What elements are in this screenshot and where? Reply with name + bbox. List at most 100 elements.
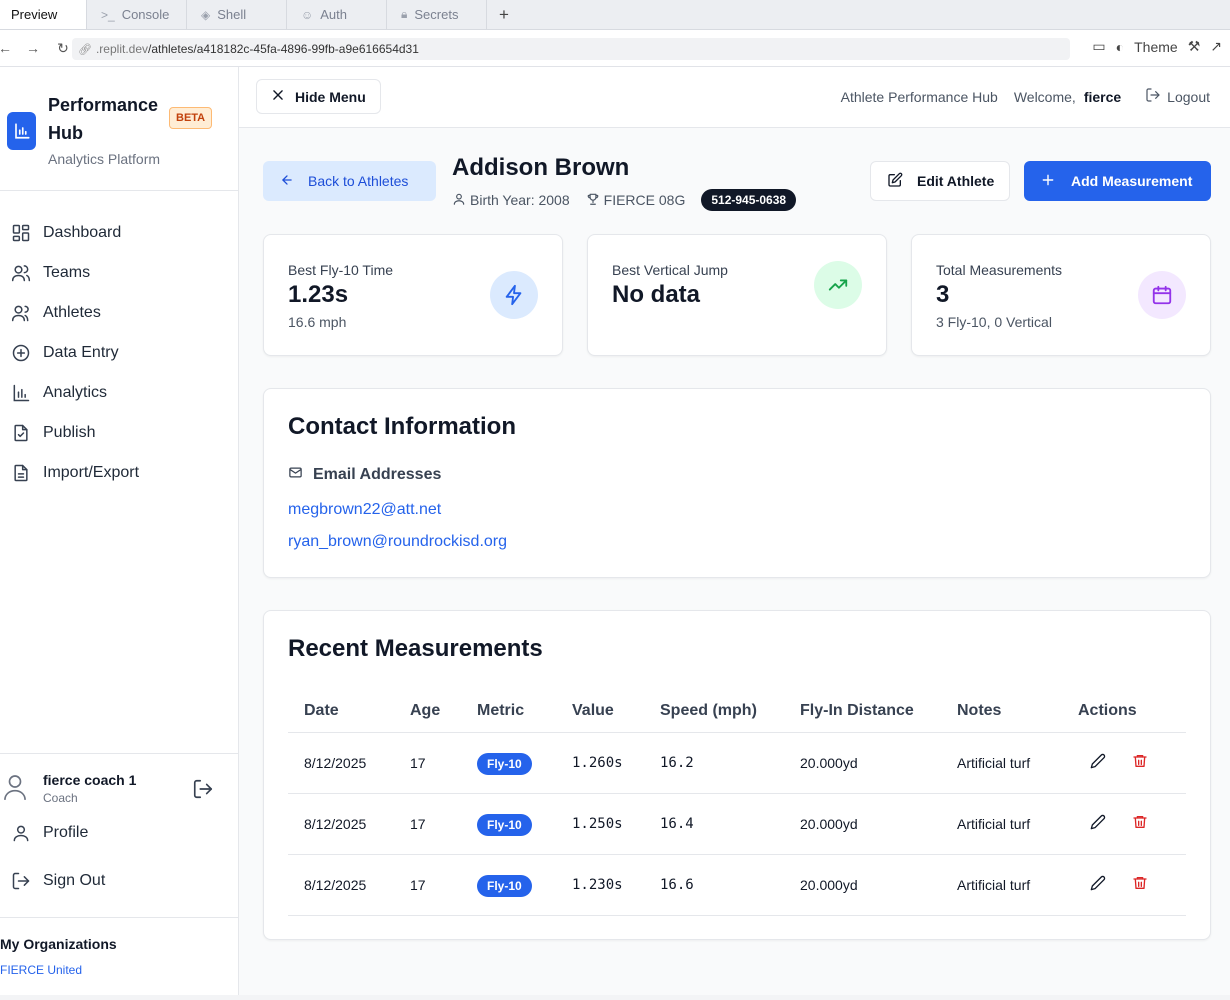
hide-menu-label: Hide Menu: [295, 88, 366, 105]
devices-icon[interactable]: ▭: [1092, 38, 1105, 55]
phone-badge: 512-945-0638: [701, 189, 797, 211]
plus-icon: [1041, 173, 1055, 190]
publish-icon: [10, 422, 32, 444]
notes-cell: Artificial turf: [941, 793, 1062, 855]
sidebar-item-analytics[interactable]: Analytics: [10, 373, 139, 413]
logout-icon[interactable]: [192, 778, 214, 805]
sidebar-item-import-export[interactable]: Import/Export: [10, 453, 139, 493]
date-cell: 8/12/2025: [288, 793, 394, 855]
stat-value: 3: [936, 281, 950, 308]
sidebar-item-label: Import/Export: [43, 464, 140, 481]
palette-icon[interactable]: ◐: [1116, 39, 1124, 55]
header-right: Athlete Performance Hub Welcome, fierce …: [841, 87, 1210, 106]
beta-badge: BETA: [169, 107, 213, 129]
file-icon: [10, 462, 32, 484]
user-card: fierce coach 1 Coach: [4, 770, 232, 806]
email-link[interactable]: ryan_brown@roundrockisd.org: [288, 533, 507, 551]
shell-icon: ◈: [201, 7, 211, 22]
athlete-meta: Birth Year: 2008 FIERCE 08G 512-945-0638: [452, 189, 797, 211]
trending-up-icon: [814, 261, 862, 309]
edit-pencil-icon[interactable]: [1090, 814, 1106, 833]
sidebar-item-publish[interactable]: Publish: [10, 413, 139, 453]
theme-label[interactable]: Theme: [1134, 39, 1178, 55]
address-bar-actions: ▭ ◐ Theme ⚒ ↗: [1092, 38, 1222, 55]
tab-console[interactable]: >_ Console: [87, 0, 187, 29]
edit-athlete-button[interactable]: Edit Athlete: [870, 161, 1010, 201]
stat-card-total-measurements: Total Measurements 3 3 Fly-10, 0 Vertica…: [911, 234, 1211, 356]
sidebar-item-label: Dashboard: [43, 224, 122, 241]
reload-icon[interactable]: ↻: [52, 40, 74, 57]
user-role: Coach: [43, 791, 78, 805]
value-cell: 1.250s: [556, 793, 644, 855]
edit-pencil-icon[interactable]: [1090, 875, 1106, 894]
wrench-icon[interactable]: ⚒: [1188, 38, 1201, 55]
link-icon: 🔗︎: [78, 43, 92, 56]
sidebar-nav: Dashboard Teams Athletes Data Entry Anal…: [10, 213, 139, 493]
new-tab-button[interactable]: +: [487, 0, 521, 29]
close-icon: [271, 88, 285, 105]
sidebar-item-athletes[interactable]: Athletes: [10, 293, 139, 333]
back-to-athletes-button[interactable]: Back to Athletes: [263, 161, 436, 201]
logout-button[interactable]: Logout: [1145, 87, 1210, 106]
actions-cell: [1062, 732, 1186, 794]
calendar-icon: [1138, 271, 1186, 319]
sidebar-item-label: Teams: [43, 264, 91, 281]
metric-cell: Fly-10: [461, 732, 556, 794]
sidebar-item-teams[interactable]: Teams: [10, 253, 139, 293]
back-arrow-icon[interactable]: ←: [0, 40, 16, 56]
trash-icon[interactable]: [1132, 875, 1148, 894]
user-icon: [10, 823, 32, 843]
tab-label: Auth: [320, 7, 348, 22]
tab-secrets[interactable]: 🔒︎ Secrets: [387, 0, 487, 29]
external-link-icon[interactable]: ↗: [1210, 38, 1222, 55]
brand: Performance Hub Analytics Platform BETA: [7, 91, 213, 167]
actions-cell: [1062, 854, 1186, 916]
team: FIERCE 08G: [586, 192, 685, 209]
bar-chart-icon: [10, 382, 32, 404]
tab-preview[interactable]: Preview: [0, 0, 87, 29]
email-heading-text: Email Addresses: [313, 466, 442, 483]
trash-icon[interactable]: [1132, 814, 1148, 833]
tab-auth[interactable]: ☺ Auth: [287, 0, 387, 29]
add-measurement-button[interactable]: Add Measurement: [1024, 161, 1211, 201]
organization-link[interactable]: FIERCE United: [0, 963, 82, 977]
email-link[interactable]: megbrown22@att.net: [288, 501, 441, 519]
forward-arrow-icon[interactable]: →: [22, 40, 44, 56]
divider: [0, 753, 238, 754]
stat-label: Best Fly-10 Time: [288, 262, 394, 278]
table-row: 8/12/2025 17 Fly-10 1.230s 16.6 20.000yd…: [288, 854, 1186, 916]
tab-shell[interactable]: ◈ Shell: [187, 0, 287, 29]
edit-pencil-icon[interactable]: [1090, 753, 1106, 772]
value-cell: 1.260s: [556, 732, 644, 794]
organizations-title: My Organizations: [0, 936, 117, 952]
sign-out-link[interactable]: Sign Out: [10, 871, 105, 891]
sign-out-icon: [10, 871, 32, 891]
sidebar-item-data-entry[interactable]: Data Entry: [10, 333, 139, 373]
top-header: Hide Menu Athlete Performance Hub Welcom…: [239, 67, 1230, 128]
column-header: Metric: [461, 690, 556, 733]
logout-icon: [1145, 87, 1161, 106]
sidebar-item-dashboard[interactable]: Dashboard: [10, 213, 139, 253]
age-cell: 17: [394, 732, 461, 794]
metric-badge: Fly-10: [477, 752, 532, 775]
url-domain: .replit.dev: [95, 42, 148, 56]
teams-icon: [10, 262, 32, 284]
url-field[interactable]: 🔗︎ .replit.dev/athletes/a418182c-45fa-48…: [72, 38, 1070, 60]
metric-cell: Fly-10: [461, 793, 556, 855]
stat-value: 1.23s: [288, 281, 349, 308]
measurements-card: Recent Measurements Date Age Metric Valu…: [263, 610, 1211, 940]
address-bar: ← → ↻ 🔗︎ .replit.dev/athletes/a418182c-4…: [0, 30, 1230, 67]
profile-link[interactable]: Profile: [10, 823, 88, 843]
column-header: Speed (mph): [644, 690, 784, 733]
trophy-icon: [586, 192, 600, 209]
hide-menu-button[interactable]: Hide Menu: [256, 79, 381, 114]
measurements-table: Date Age Metric Value Speed (mph) Fly-In…: [288, 690, 1186, 916]
avatar-icon: [4, 772, 26, 807]
auth-icon: ☺: [301, 7, 314, 22]
stat-card-best-vertical: Best Vertical Jump No data: [587, 234, 887, 356]
trash-icon[interactable]: [1132, 753, 1148, 772]
add-label: Add Measurement: [1071, 173, 1193, 189]
user-name: fierce coach 1: [43, 772, 137, 788]
distance-cell: 20.000yd: [784, 732, 941, 794]
stat-subtext: 3 Fly-10, 0 Vertical: [936, 314, 1052, 330]
